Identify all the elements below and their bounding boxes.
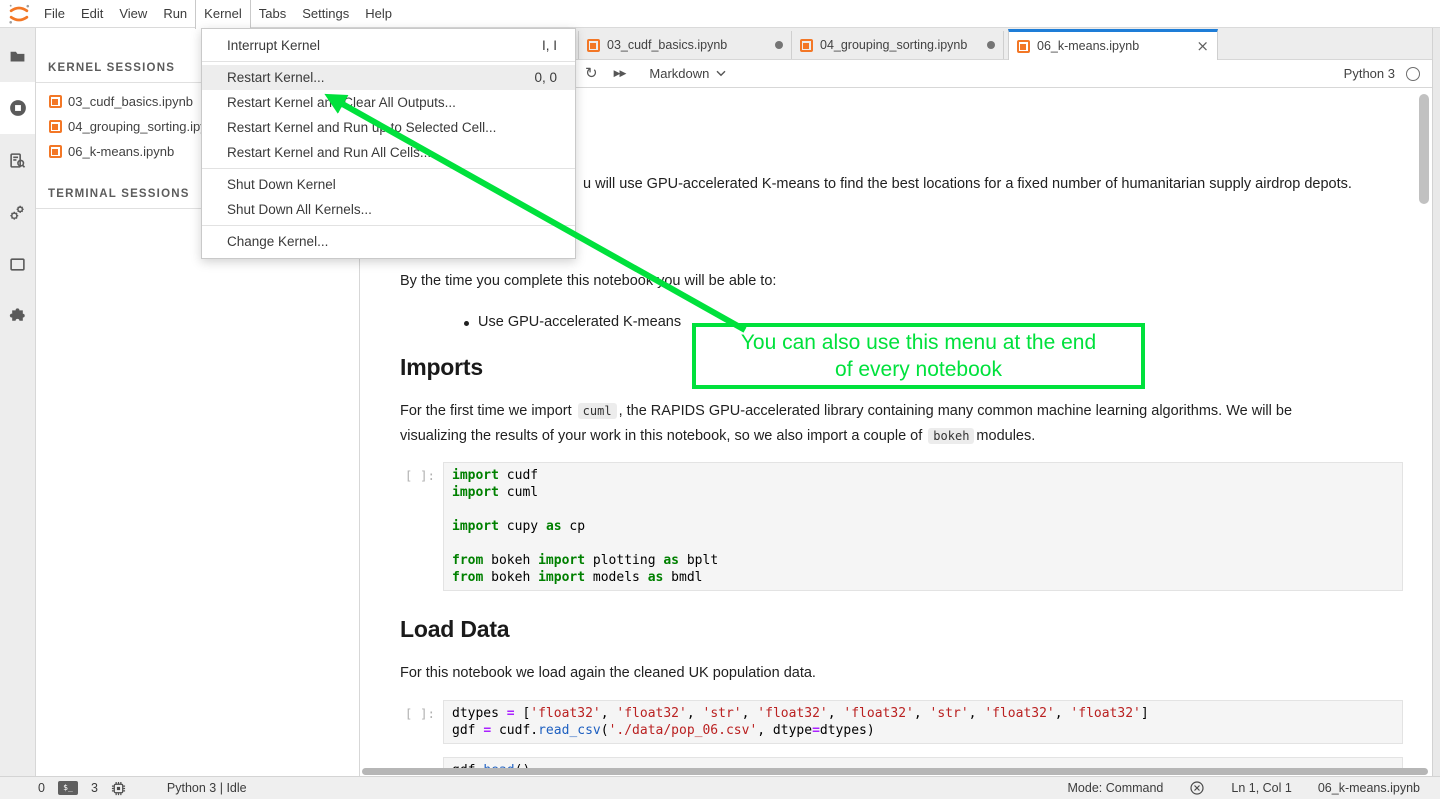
notebook-icon	[1017, 40, 1030, 53]
cursor-position-label[interactable]: Ln 1, Col 1	[1231, 781, 1291, 795]
bullet-dot	[464, 321, 469, 326]
menu-separator	[202, 168, 575, 169]
menu-separator	[202, 61, 575, 62]
chevron-down-icon	[716, 70, 726, 77]
menu-item-restart-clear-outputs[interactable]: Restart Kernel and Clear All Outputs...	[202, 90, 575, 115]
notebook-icon	[49, 145, 62, 158]
horizontal-scrollbar-thumb[interactable]	[362, 768, 1428, 775]
status-right-group: Mode: Command Ln 1, Col 1 06_k-means.ipy…	[1042, 780, 1421, 796]
notebook-icon	[49, 120, 62, 133]
code-cell-load-data[interactable]: [ ]: dtypes = ['float32', 'float32', 'st…	[360, 700, 1403, 744]
vertical-scrollbar[interactable]	[1419, 90, 1429, 766]
menu-item-restart-run-to-selected[interactable]: Restart Kernel and Run up to Selected Ce…	[202, 115, 575, 140]
kernel-idle-indicator-icon[interactable]	[1406, 67, 1420, 81]
imports-paragraph-line1: For the first time we import cuml, the R…	[400, 403, 1400, 419]
left-activity-bar	[0, 28, 36, 776]
vertical-scrollbar-thumb[interactable]	[1419, 94, 1429, 204]
code-cell-imports[interactable]: [ ]: import cudfimport cuml import cupy …	[360, 462, 1403, 591]
annotation-text-line2: of every notebook	[835, 356, 1002, 383]
property-inspector-icon[interactable]	[0, 134, 35, 186]
notebook-icon	[800, 39, 813, 52]
code-editor[interactable]: import cudfimport cuml import cupy as cp…	[443, 462, 1403, 591]
menu-item-interrupt-kernel[interactable]: Interrupt Kernel I, I	[202, 33, 575, 58]
load-data-heading: Load Data	[400, 616, 509, 643]
terminal-count[interactable]: 0	[38, 781, 45, 795]
menu-run[interactable]: Run	[155, 0, 195, 28]
annotation-callout-box: You can also use this menu at the end of…	[692, 323, 1145, 389]
objectives-lead: By the time you complete this notebook y…	[400, 273, 776, 289]
horizontal-scrollbar[interactable]	[360, 768, 1432, 776]
terminal-icon[interactable]: $_	[58, 781, 78, 795]
annotation-text-line1: You can also use this menu at the end	[741, 329, 1096, 356]
file-browser-icon[interactable]	[0, 30, 35, 82]
cell-type-dropdown[interactable]: Markdown	[649, 66, 726, 81]
settings-gears-icon[interactable]	[0, 186, 35, 238]
command-mode-indicator[interactable]: Mode: Command	[1068, 781, 1164, 795]
unsaved-dot-icon[interactable]	[987, 41, 995, 49]
notebook-icon	[49, 95, 62, 108]
code-editor[interactable]: dtypes = ['float32', 'float32', 'str', '…	[443, 700, 1403, 744]
menu-item-shut-down-kernel[interactable]: Shut Down Kernel	[202, 172, 575, 197]
kernel-chip-icon[interactable]	[111, 781, 126, 796]
unsaved-dot-icon[interactable]	[775, 41, 783, 49]
menu-item-restart-run-all[interactable]: Restart Kernel and Run All Cells...	[202, 140, 575, 165]
load-data-paragraph: For this notebook we load again the clea…	[400, 665, 816, 681]
imports-paragraph-line2: visualizing the results of your work in …	[400, 428, 1400, 444]
cell-prompt: [ ]:	[360, 706, 435, 721]
objective-bullet: Use GPU-accelerated K-means	[464, 314, 681, 330]
menu-separator	[202, 225, 575, 226]
status-left-group: 0 $_ 3 Python 3 | Idle	[38, 781, 260, 796]
menu-item-change-kernel[interactable]: Change Kernel...	[202, 229, 575, 254]
code-cell-partial[interactable]: gdf.head()	[360, 757, 1403, 768]
jupyterlab-window: File Edit View Run Kernel Tabs Settings …	[0, 0, 1440, 799]
tab-03-cudf-basics[interactable]: 03_cudf_basics.ipynb	[578, 31, 792, 59]
imports-heading: Imports	[400, 354, 483, 381]
cell-prompt: [ ]:	[360, 468, 435, 483]
kernel-dropdown-menu: Interrupt Kernel I, I Restart Kernel... …	[201, 28, 576, 259]
tab-06-k-means[interactable]: 06_k-means.ipynb ×	[1008, 29, 1218, 60]
restart-run-all-icon[interactable]: ▶▶	[614, 68, 626, 79]
extensions-puzzle-icon[interactable]	[0, 290, 35, 342]
menu-bar: File Edit View Run Kernel Tabs Settings …	[0, 0, 1440, 28]
menu-item-shut-down-all-kernels[interactable]: Shut Down All Kernels...	[202, 197, 575, 222]
menu-item-restart-kernel[interactable]: Restart Kernel... 0, 0	[202, 65, 575, 90]
code-editor[interactable]: gdf.head()	[443, 757, 1403, 768]
kernel-name-label[interactable]: Python 3	[1344, 66, 1395, 81]
restart-kernel-icon[interactable]: ↻	[585, 66, 598, 81]
kernel-count[interactable]: 3	[91, 781, 98, 795]
status-bar: 0 $_ 3 Python 3 | Idle Mode: Command Ln …	[0, 776, 1440, 799]
menu-settings[interactable]: Settings	[294, 0, 357, 28]
shortcut-hint: 0, 0	[534, 70, 557, 85]
open-tabs-icon[interactable]	[0, 238, 35, 290]
tab-04-grouping-sorting[interactable]: 04_grouping_sorting.ipynb	[792, 31, 1004, 59]
kernel-status-label[interactable]: Python 3 | Idle	[167, 781, 247, 795]
menu-kernel[interactable]: Kernel	[195, 0, 251, 29]
notebook-icon	[587, 39, 600, 52]
menu-view[interactable]: View	[111, 0, 155, 28]
active-filename-label[interactable]: 06_k-means.ipynb	[1318, 781, 1420, 795]
jupyter-logo-icon	[6, 2, 32, 26]
trust-shield-icon[interactable]	[1189, 780, 1205, 796]
window-right-gutter	[1432, 28, 1440, 799]
menu-edit[interactable]: Edit	[73, 0, 111, 28]
menu-help[interactable]: Help	[357, 0, 400, 28]
running-sessions-icon[interactable]	[0, 82, 35, 134]
menu-tabs[interactable]: Tabs	[251, 0, 294, 28]
shortcut-hint: I, I	[542, 38, 557, 53]
close-tab-icon[interactable]: ×	[1196, 37, 1209, 55]
menu-file[interactable]: File	[36, 0, 73, 28]
intro-paragraph-fragment: u will use GPU-accelerated K-means to fi…	[583, 176, 1423, 192]
